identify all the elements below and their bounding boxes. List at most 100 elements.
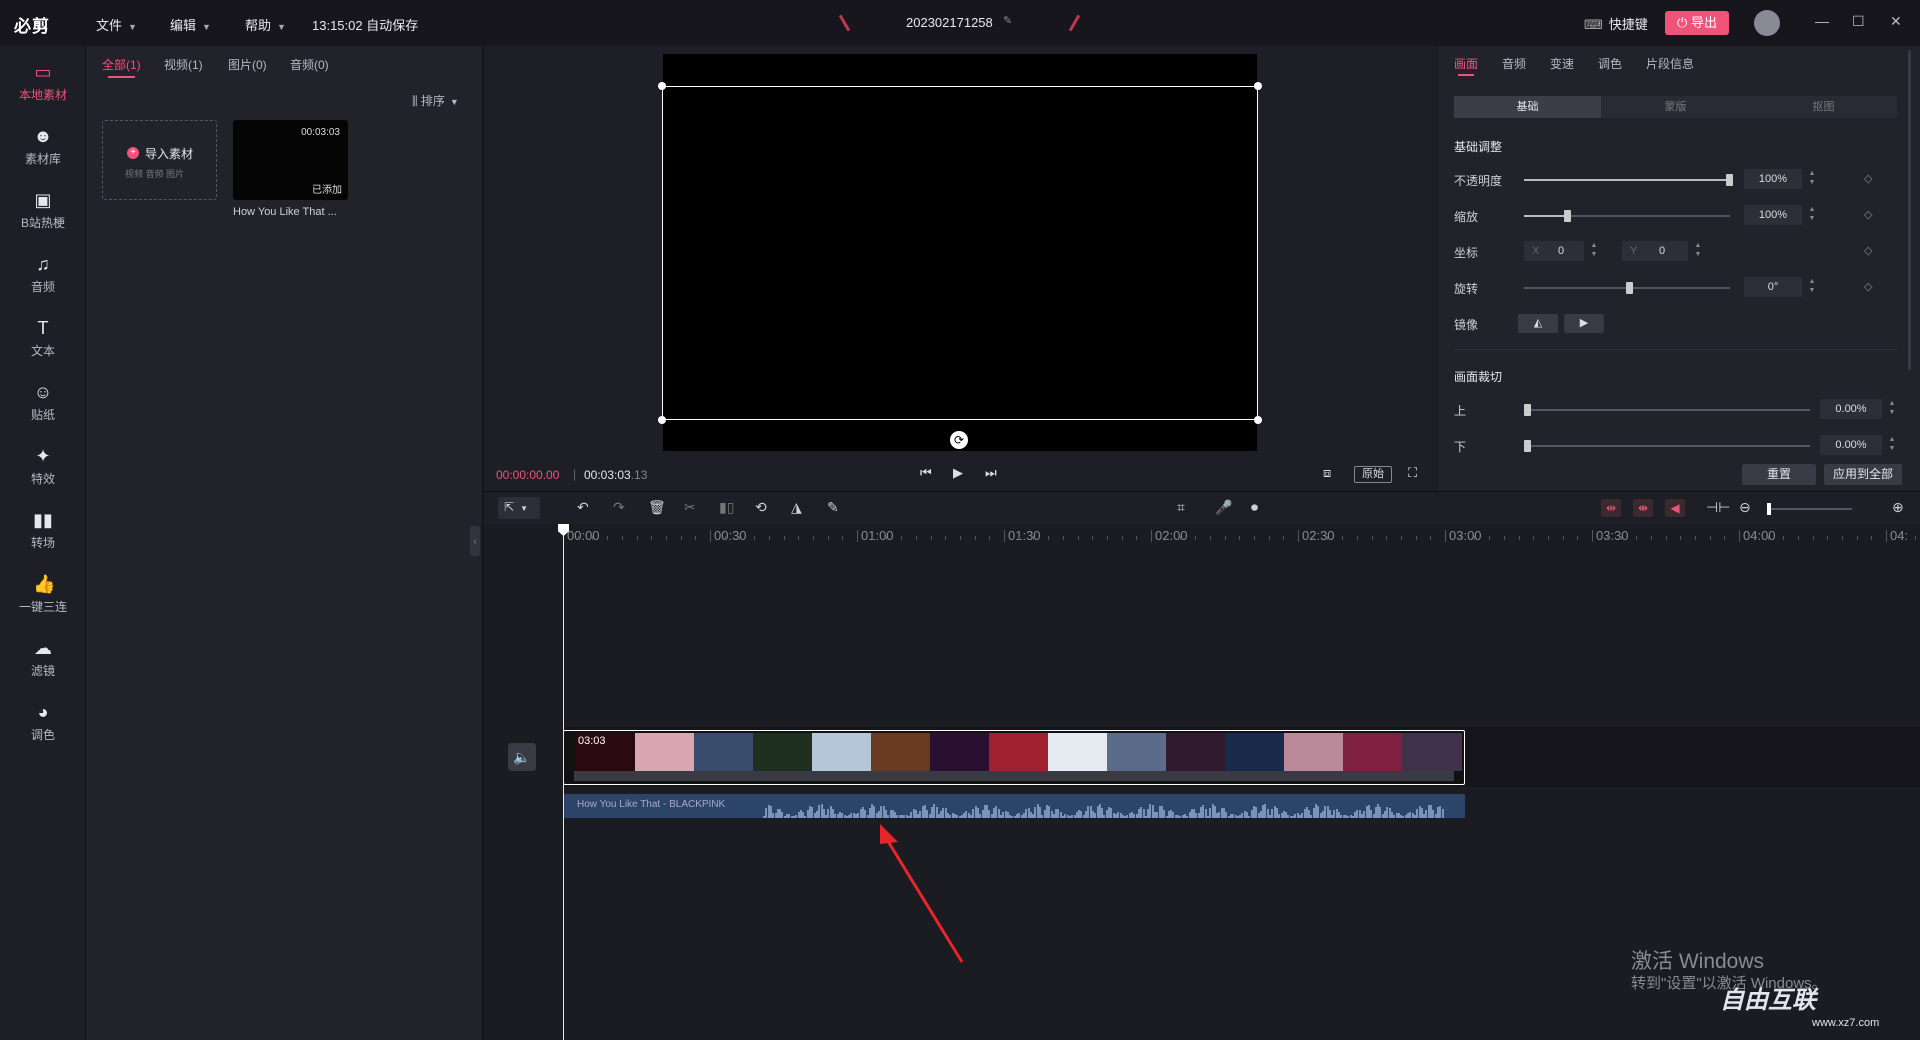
pin-icon[interactable]: ✎ xyxy=(827,499,839,516)
smart-crop-icon[interactable]: ⌗ xyxy=(1177,499,1185,516)
export-button[interactable]: ⏻ 导出 xyxy=(1665,11,1729,35)
stepper-icon[interactable]: ▲ ▼ xyxy=(1886,435,1898,455)
apply-all-button[interactable]: 应用到全部 xyxy=(1824,464,1902,485)
position-x-input[interactable]: X0 xyxy=(1524,241,1584,261)
nav-color-grading[interactable]: ◕ 调色 xyxy=(0,696,86,756)
sort-dropdown[interactable]: ⫼ 排序 ▼ xyxy=(412,92,459,109)
maximize-icon[interactable]: ☐ xyxy=(1852,13,1865,30)
tab-color[interactable]: 调色 xyxy=(1598,55,1622,72)
ratio-button[interactable]: 原始 xyxy=(1354,466,1392,483)
split-marker-icon[interactable]: ⊣⊢ xyxy=(1706,499,1730,516)
timeline-zoom-slider[interactable] xyxy=(1767,503,1852,515)
menu-edit[interactable]: 编辑 ▼ xyxy=(170,15,211,34)
tab-video[interactable]: 视频(1) xyxy=(164,56,203,73)
selection-box[interactable] xyxy=(662,86,1258,420)
scale-slider[interactable] xyxy=(1524,210,1730,222)
link-clips-icon[interactable]: ⇼ xyxy=(1633,499,1653,517)
resize-handle[interactable] xyxy=(1254,416,1262,424)
crop-top-value[interactable]: 0.00% xyxy=(1820,399,1882,419)
stepper-icon[interactable]: ▲ ▼ xyxy=(1806,205,1818,225)
tab-audio[interactable]: 音频(0) xyxy=(290,56,329,73)
stepper-icon[interactable]: ▲ ▼ xyxy=(1692,241,1704,261)
crop-top-slider[interactable] xyxy=(1524,404,1810,416)
stepper-icon[interactable]: ▲ ▼ xyxy=(1806,277,1818,297)
crop-bottom-value[interactable]: 0.00% xyxy=(1820,435,1882,455)
keyframe-icon[interactable]: ◇ xyxy=(1864,208,1872,221)
properties-scrollbar[interactable] xyxy=(1908,50,1911,370)
stepper-icon[interactable]: ▲ ▼ xyxy=(1886,399,1898,419)
opacity-slider[interactable] xyxy=(1524,174,1733,186)
menu-help[interactable]: 帮助 ▼ xyxy=(245,15,286,34)
crop-icon[interactable]: ⧈ xyxy=(1323,465,1331,481)
mirror-horizontal-icon[interactable]: ◭ xyxy=(1518,314,1558,333)
timeline-ruler[interactable]: 00:00 00:30 01:00 01:30 02:00 02:30 03:00 03:30… xyxy=(563,524,1920,544)
rotate-slider[interactable] xyxy=(1524,282,1730,294)
video-clip[interactable]: 03:03 xyxy=(563,730,1465,785)
keyframe-icon[interactable]: ◇ xyxy=(1864,244,1872,257)
minimize-icon[interactable]: — xyxy=(1815,13,1829,29)
redo-icon[interactable]: ↷ xyxy=(613,499,625,516)
tab-speed[interactable]: 变速 xyxy=(1550,55,1574,72)
subtab-matting[interactable]: 抠图 xyxy=(1750,96,1897,118)
crop-bottom-slider[interactable] xyxy=(1524,440,1810,452)
nav-sticker[interactable]: ☺ 贴纸 xyxy=(0,376,86,436)
nav-effects[interactable]: ✦ 特效 xyxy=(0,440,86,500)
nav-material-library[interactable]: ☻ 素材库 xyxy=(0,120,86,180)
resize-handle[interactable] xyxy=(1254,82,1262,90)
mute-track-icon[interactable]: 🔈 xyxy=(508,743,536,771)
audio-link-icon[interactable]: ◀ xyxy=(1665,499,1685,517)
stepper-icon[interactable]: ▲ ▼ xyxy=(1588,241,1600,261)
next-frame-icon[interactable]: ⏭ xyxy=(985,465,997,481)
keyframe-icon[interactable]: ◇ xyxy=(1864,172,1872,185)
opacity-value[interactable]: 100% xyxy=(1744,169,1802,189)
play-icon[interactable]: ▶ xyxy=(953,465,963,481)
fullscreen-icon[interactable]: ⛶ xyxy=(1408,465,1417,481)
tab-image[interactable]: 图片(0) xyxy=(228,56,267,73)
microphone-icon[interactable]: 🎤 xyxy=(1215,499,1232,516)
audio-clip[interactable]: How You Like That - BLACKPINK xyxy=(563,794,1465,818)
mirror-vertical-icon[interactable]: ▶ xyxy=(1564,314,1604,333)
shortcut-button[interactable]: ⌨ 快捷键 xyxy=(1584,14,1648,33)
position-y-input[interactable]: Y0 xyxy=(1622,241,1688,261)
menu-file[interactable]: 文件 ▼ xyxy=(96,15,137,34)
tab-clip-info[interactable]: 片段信息 xyxy=(1646,55,1694,72)
collapse-panel-icon[interactable]: ‹ xyxy=(470,526,480,556)
playhead[interactable] xyxy=(558,524,569,1040)
resize-handle[interactable] xyxy=(658,416,666,424)
resize-handle[interactable] xyxy=(658,82,666,90)
zoom-out-icon[interactable]: ⊖ xyxy=(1739,499,1751,516)
prev-frame-icon[interactable]: ⏮ xyxy=(920,465,932,481)
mirror-icon[interactable]: ◮ xyxy=(791,499,802,516)
subtab-basic[interactable]: 基础 xyxy=(1454,96,1601,118)
tab-picture[interactable]: 画面 xyxy=(1454,55,1478,76)
magnet-snap-icon[interactable]: ⇹ xyxy=(1601,499,1621,517)
nav-transition[interactable]: ▮▮ 转场 xyxy=(0,504,86,564)
nav-text[interactable]: T 文本 xyxy=(0,312,86,372)
reset-button[interactable]: 重置 xyxy=(1742,464,1816,485)
rotate-value[interactable]: 0° xyxy=(1744,277,1802,297)
close-icon[interactable]: ✕ xyxy=(1890,13,1902,30)
keyframe-icon[interactable]: ◇ xyxy=(1864,280,1872,293)
delete-icon[interactable]: 🗑 xyxy=(648,499,666,516)
nav-audio[interactable]: ♫ 音频 xyxy=(0,248,86,308)
nav-local-media[interactable]: ▭ 本地素材 xyxy=(0,56,86,116)
split-icon[interactable]: ✂ xyxy=(684,499,696,516)
edit-name-icon[interactable]: ✎ xyxy=(1003,14,1012,27)
select-tool-dropdown[interactable]: ⇱ ▼ xyxy=(498,497,540,519)
subtab-mask[interactable]: 蒙版 xyxy=(1602,96,1749,118)
tab-all[interactable]: 全部(1) xyxy=(102,56,141,78)
undo-icon[interactable]: ↶ xyxy=(577,499,589,516)
freeze-frame-icon[interactable]: ▮▯ xyxy=(719,499,734,516)
media-clip-thumbnail[interactable]: 00:03:03 已添加 xyxy=(233,120,348,200)
scale-value[interactable]: 100% xyxy=(1744,205,1802,225)
nav-bilibili-memes[interactable]: ▣ B站热梗 xyxy=(0,184,86,244)
zoom-in-icon[interactable]: ⊕ xyxy=(1892,499,1904,516)
stepper-icon[interactable]: ▲ ▼ xyxy=(1806,169,1818,189)
camera-icon[interactable]: ⏺ xyxy=(1251,499,1258,516)
rotate-handle-icon[interactable]: ⟳ xyxy=(950,431,968,449)
avatar[interactable] xyxy=(1754,10,1780,36)
nav-triple-like[interactable]: 👍 一键三连 xyxy=(0,568,86,628)
reverse-icon[interactable]: ⟲ xyxy=(755,499,767,516)
tab-prop-audio[interactable]: 音频 xyxy=(1502,55,1526,72)
import-media-button[interactable]: + 导入素材 视频 音频 图片 xyxy=(102,120,217,200)
